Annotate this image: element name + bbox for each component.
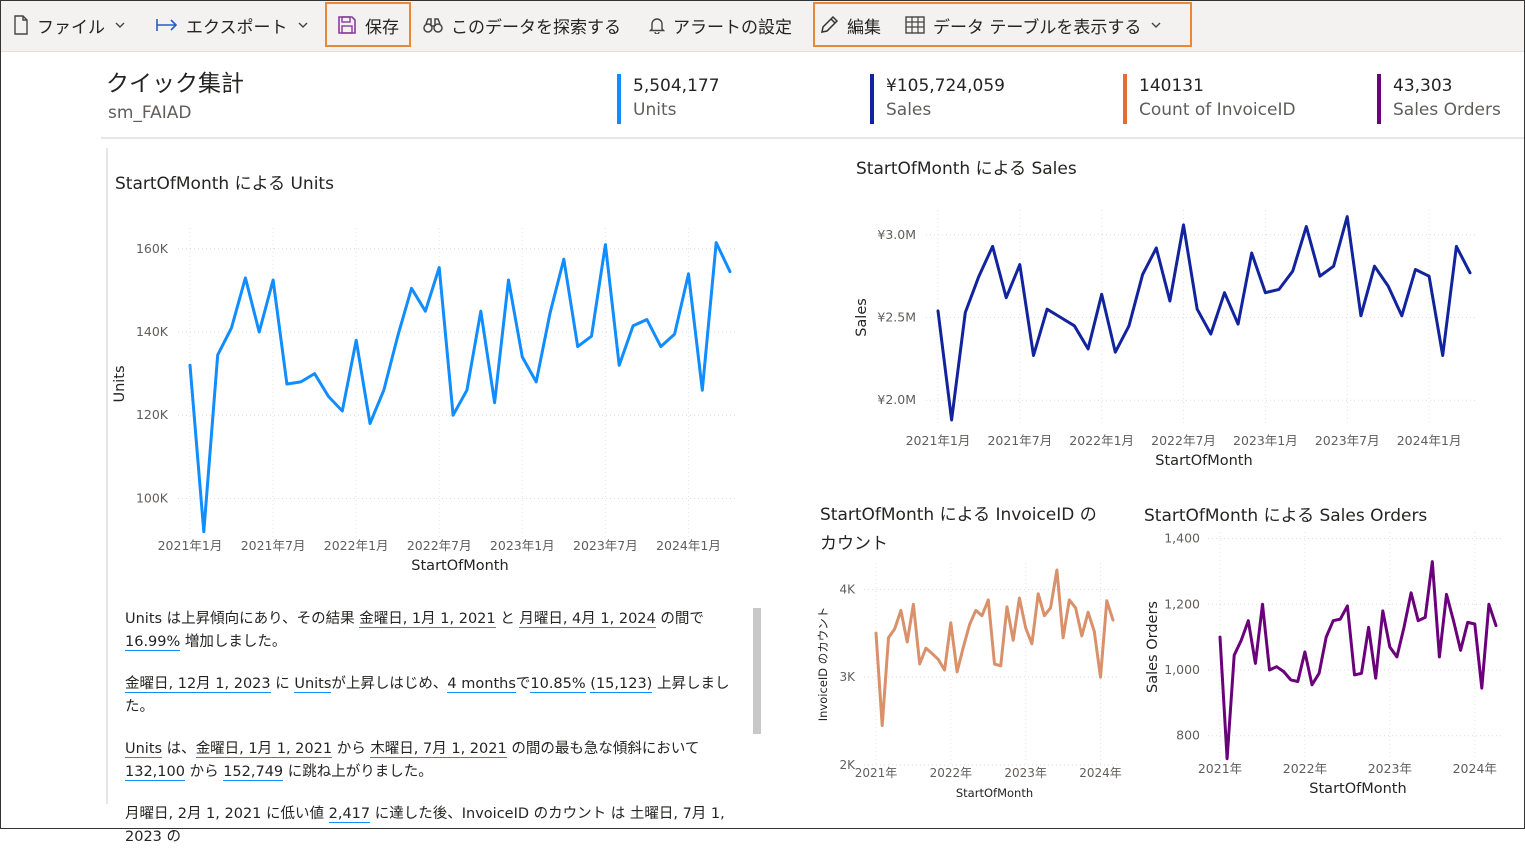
x-tick-label: 2023年1月 (1233, 433, 1298, 448)
y-axis-title: Sales Orders (1145, 601, 1161, 693)
y-tick-label: ¥2.5M (877, 310, 916, 325)
x-tick-label: 2024年1月 (1397, 433, 1462, 448)
kpi-value: 5,504,177 (633, 76, 720, 96)
narrative-paragraph: 金曜日, 12月 1, 2023 に Unitsが上昇しはじめ、4 months… (125, 676, 730, 715)
set-alert-label: アラートの設定 (673, 17, 792, 38)
file-menu-label: ファイル (37, 17, 105, 38)
y-tick-label: 800 (1176, 728, 1200, 743)
sales-chart-title: StartOfMonth による Sales (856, 159, 1077, 179)
sales-orders-line-chart[interactable]: 800 1,000 1,200 1,400 2021年 2022年 2023年 2024年 St… (1140, 520, 1520, 810)
x-tick-label: 2021年1月 (158, 538, 223, 553)
x-tick-label: 2024年1月 (656, 538, 721, 553)
dataset-name: sm_FAIAD (108, 103, 192, 123)
y-axis-title: Units (112, 365, 128, 402)
x-tick-label: 2022年 (1283, 761, 1327, 776)
y-axis-title: InvoiceID のカウント (816, 607, 830, 722)
x-tick-label: 2022年1月 (324, 538, 389, 553)
command-bar: ファイル エクスポート 保存 このデータを探索する アラートの設定 編集 データ… (1, 1, 1524, 52)
y-tick-label: 4K (839, 582, 856, 596)
page-title: クイック集計 (106, 71, 244, 97)
x-tick-label: 2021年7月 (241, 538, 306, 553)
chevron-down-icon (115, 22, 125, 28)
x-axis-title: StartOfMonth (956, 786, 1033, 800)
export-arrow-icon (156, 19, 178, 31)
invoice-count-line-chart[interactable]: 2K 3K 4K 2021年 2022年 2023年 2024年 StartOfMonth In… (815, 555, 1125, 810)
x-tick-label: 2023年7月 (573, 538, 638, 553)
save-highlight-box (325, 2, 411, 47)
kpi-label: Sales Orders (1393, 100, 1501, 120)
x-axis-title: StartOfMonth (1309, 781, 1406, 797)
x-tick-label: 2024年 (1079, 766, 1122, 780)
y-tick-label: 160K (136, 241, 169, 256)
kpi-color-bar (1377, 74, 1381, 124)
kpi-color-bar (617, 74, 621, 124)
x-tick-label: 2021年 (1198, 761, 1242, 776)
smart-narrative: Units は上昇傾向にあり、その結果 金曜日, 1月 1, 2021 と 月曜… (125, 608, 750, 868)
set-alert-button[interactable]: アラートの設定 (649, 1, 792, 49)
chevron-down-icon (298, 22, 307, 28)
edit-highlight-box (813, 2, 1192, 47)
sales-line-chart[interactable]: ¥2.0M ¥2.5M ¥3.0M 2021年1月 2021年7月 2022年1月 2022… (850, 185, 1490, 485)
kpi-value: 140131 (1139, 76, 1204, 96)
kpi-color-bar (1123, 74, 1127, 124)
kpi-value: 43,303 (1393, 76, 1453, 96)
series-line (1218, 560, 1498, 761)
y-tick-label: ¥2.0M (877, 392, 916, 407)
x-tick-label: 2023年1月 (490, 538, 555, 553)
x-axis-title: StartOfMonth (1155, 453, 1252, 469)
x-tick-label: 2021年7月 (987, 433, 1052, 448)
y-tick-label: 1,200 (1164, 596, 1200, 611)
kpi-value: ¥105,724,059 (886, 76, 1005, 96)
export-menu[interactable]: エクスポート (156, 1, 308, 49)
x-tick-label: 2021年1月 (906, 433, 971, 448)
explore-data-label: このデータを探索する (451, 17, 621, 38)
bell-icon (649, 18, 665, 34)
x-tick-label: 2021年 (855, 766, 898, 780)
series-line (188, 241, 732, 534)
x-tick-label: 2022年7月 (407, 538, 472, 553)
x-tick-label: 2023年7月 (1315, 433, 1380, 448)
kpi-label: Sales (886, 100, 932, 120)
narrative-paragraph: 月曜日, 2月 1, 2021 に低い値 2,417 に達した後、Invoice… (125, 806, 725, 845)
narrative-paragraph: Units は、金曜日, 1月 1, 2021 から 木曜日, 7月 1, 20… (125, 741, 700, 781)
y-tick-label: 1,400 (1164, 531, 1200, 546)
export-menu-label: エクスポート (186, 17, 288, 38)
y-tick-label: ¥3.0M (877, 227, 916, 242)
kpi-color-bar (870, 74, 874, 124)
y-tick-label: 3K (839, 670, 856, 684)
y-tick-label: 100K (136, 490, 169, 505)
x-axis-title: StartOfMonth (411, 558, 508, 574)
kpi-label: Units (633, 100, 677, 120)
x-tick-label: 2022年7月 (1151, 433, 1216, 448)
header-divider (101, 137, 1524, 139)
y-tick-label: 140K (136, 324, 169, 339)
file-menu[interactable]: ファイル (13, 1, 125, 49)
kpi-label: Count of InvoiceID (1139, 100, 1296, 120)
units-chart-title: StartOfMonth による Units (115, 174, 334, 194)
units-line-chart[interactable]: 100K 120K 140K 160K 2021年1月 2021年7月 2022年1月 202… (108, 200, 748, 585)
y-tick-label: 1,000 (1164, 662, 1200, 677)
x-tick-label: 2022年 (930, 766, 973, 780)
invoice-chart-title: StartOfMonth による InvoiceID のカウント (820, 505, 1097, 554)
document-icon (14, 15, 28, 35)
narrative-scrollbar[interactable] (753, 608, 761, 734)
explore-data-button[interactable]: このデータを探索する (423, 1, 621, 49)
narrative-paragraph: Units は上昇傾向にあり、その結果 金曜日, 1月 1, 2021 と 月曜… (125, 611, 704, 651)
y-tick-label: 120K (136, 407, 169, 422)
y-tick-label: 2K (839, 758, 856, 772)
x-tick-label: 2023年 (1004, 766, 1047, 780)
series-line (874, 568, 1115, 727)
x-tick-label: 2022年1月 (1069, 433, 1134, 448)
series-line (936, 215, 1472, 422)
binoculars-icon (423, 18, 443, 33)
x-tick-label: 2023年 (1368, 761, 1412, 776)
x-tick-label: 2024年 (1453, 761, 1497, 776)
y-axis-title: Sales (854, 298, 870, 337)
